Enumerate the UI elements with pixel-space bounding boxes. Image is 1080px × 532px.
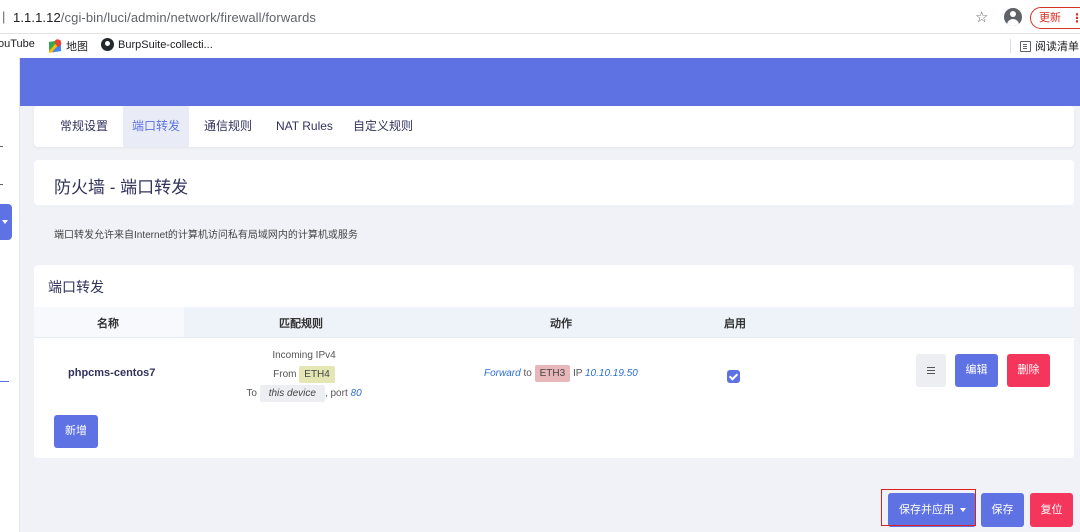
github-icon [101,38,114,51]
bookmark-burpsuite[interactable]: BurpSuite-collecti... [101,38,213,51]
column-header-name: 名称 [97,318,119,330]
rule-name: phpcms-centos7 [68,367,156,379]
match-to: To this device, port 80 [239,384,369,403]
match-from: From ETH4 [239,365,369,384]
port-forward-table-card: 端口转发 名称 匹配规则 动作 启用 phpcms-centos7 Incomi… [34,265,1074,458]
browser-address-bar: | 1.1.1.12/cgi-bin/luci/admin/network/fi… [0,0,1080,34]
save-button[interactable]: 保存 [981,493,1024,527]
delete-button[interactable]: 删除 [1007,354,1050,387]
app-sidebar [0,58,20,532]
update-label: 更新 [1039,12,1061,24]
match-rule: Incoming IPv4 From ETH4 To this device, … [239,346,369,403]
from-zone-badge: ETH4 [299,366,335,383]
tab-custom-rules[interactable]: 自定义规则 [344,106,422,147]
port-label: , port [324,388,348,399]
browser-update-button[interactable]: 更新 ⋮ [1030,7,1080,29]
url-field[interactable]: 1.1.1.12/cgi-bin/luci/admin/network/fire… [13,10,316,25]
column-header-action: 动作 [550,318,572,330]
add-button[interactable]: 新增 [54,415,98,448]
enabled-checkbox[interactable] [727,370,740,383]
page-description: 端口转发允许来自Internet的计算机访问私有局域网内的计算机或服务 [54,230,358,241]
to-label: To [246,388,257,399]
bookmark-youtube[interactable]: ouTube [0,38,35,50]
sidebar-marker [0,184,3,185]
map-icon [49,40,62,53]
profile-avatar-icon[interactable] [1004,8,1022,26]
bookmark-star-icon[interactable]: ☆ [975,8,988,26]
url-host: 1.1.1.12 [13,10,61,25]
reading-list[interactable]: 阅读清单 [1020,38,1079,54]
tab-port-forward[interactable]: 端口转发 [123,106,190,147]
header-band [20,58,1080,106]
to-target-badge: this device [259,385,325,402]
column-header-match: 匹配规则 [279,318,323,330]
bookmarks-bar: ouTube 地图 BurpSuite-collecti... 阅读清单 [0,34,1080,58]
table-header: 名称 匹配规则 动作 启用 [34,307,1074,337]
table-row: phpcms-centos7 Incoming IPv4 From ETH4 T… [34,337,1074,405]
menu-bar [927,367,935,368]
reading-list-icon [1020,40,1031,52]
tab-nat-rules[interactable]: NAT Rules [267,106,342,147]
menu-bar [927,370,935,371]
bookmark-label: 地图 [66,41,88,53]
section-title: 端口转发 [48,279,104,295]
sidebar-marker [0,146,3,147]
reading-list-label: 阅读清单 [1035,41,1079,53]
tab-traffic-rules[interactable]: 通信规则 [195,106,261,147]
address-divider: | [2,9,6,24]
sidebar-active-line [0,381,9,382]
port-value: 80 [350,388,362,399]
bookmark-maps[interactable]: 地图 [49,38,88,54]
url-path: /cgi-bin/luci/admin/network/firewall/for… [60,10,316,25]
bookmark-label: BurpSuite-collecti... [118,38,213,51]
column-header-enabled: 启用 [724,318,746,330]
edit-button[interactable]: 编辑 [955,354,998,387]
menu-bar [927,373,935,374]
more-menu-icon[interactable]: ⋮ [1071,8,1080,28]
tab-general[interactable]: 常规设置 [51,106,117,147]
ip-label: IP [572,368,583,379]
tabs-bar: 常规设置 端口转发 通信规则 NAT Rules 自定义规则 [34,106,1074,147]
bookmarks-separator [1010,39,1011,53]
from-label: From [273,369,297,380]
match-protocol: Incoming IPv4 [272,350,336,361]
dest-ip: 10.10.19.50 [585,368,638,379]
bookmark-label: ouTube [0,38,35,50]
reset-button[interactable]: 复位 [1030,493,1073,527]
title-card: 防火墙 - 端口转发 [34,160,1074,205]
action-verb: Forward [484,368,521,379]
drag-menu-icon[interactable] [916,354,946,387]
action-to-label: to [523,368,532,379]
page-title: 防火墙 - 端口转发 [54,178,189,197]
sidebar-active-item[interactable] [0,204,12,240]
action-cell: Forward to ETH3 IP 10.10.19.50 [484,365,638,382]
dest-zone-badge: ETH3 [534,365,571,382]
highlight-box [881,489,976,526]
